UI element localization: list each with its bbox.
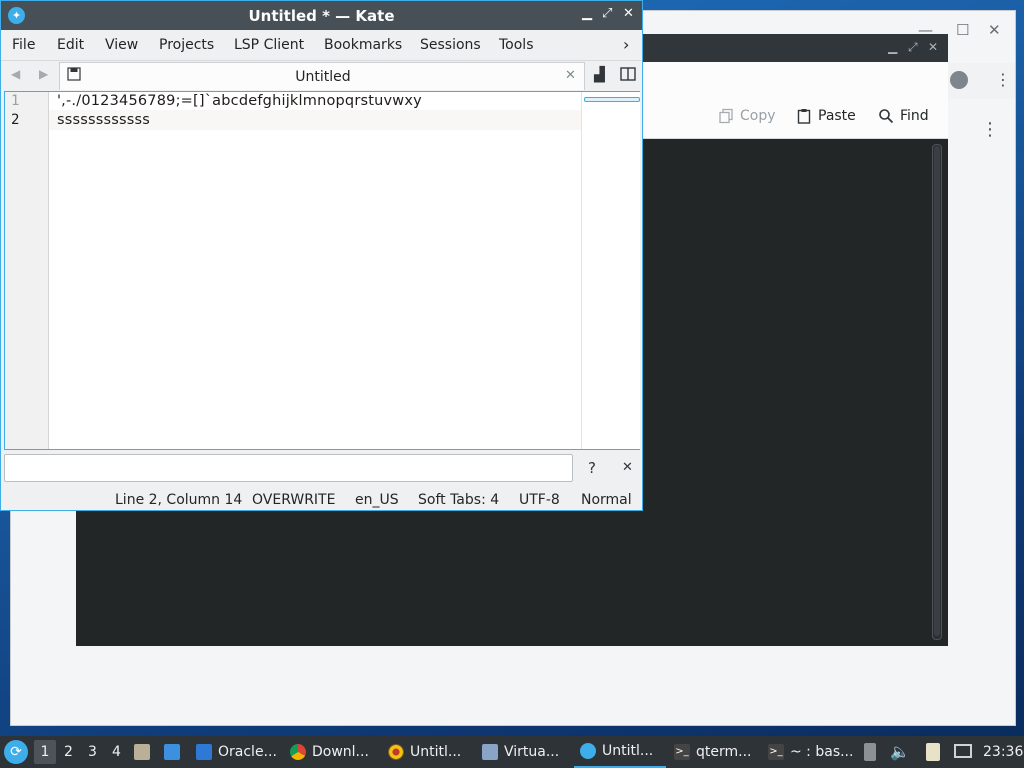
minimap[interactable]: [581, 92, 640, 449]
more-menu-icon[interactable]: ⋮: [995, 70, 1011, 89]
workspace-3[interactable]: 3: [88, 744, 97, 760]
insert-mode[interactable]: OVERWRITE: [252, 492, 335, 508]
scrollbar-thumb[interactable]: [934, 146, 940, 636]
chrome-icon: [290, 744, 306, 760]
dictionary-language[interactable]: en_US: [355, 492, 399, 508]
task-bash[interactable]: >_ ~ : bas...: [768, 736, 853, 768]
close-icon[interactable]: ✕: [988, 21, 1001, 39]
menu-overflow-chevron-icon[interactable]: ›: [623, 35, 629, 54]
editor-area[interactable]: 1 2 ',-./0123456789;=[]`abcdefghijklmnop…: [4, 91, 640, 450]
workspace-2[interactable]: 2: [64, 744, 73, 760]
line-number: 2: [11, 112, 20, 128]
status-bar: Line 2, Column 14 OVERWRITE en_US Soft T…: [1, 488, 642, 510]
task-untitled-app[interactable]: Untitl...: [388, 736, 461, 768]
input-mode[interactable]: Normal: [581, 492, 632, 508]
copy-label: Copy: [740, 108, 776, 124]
line-number: 1: [11, 93, 20, 109]
workspace-1[interactable]: 1: [34, 740, 56, 764]
kate-titlebar: ✦ Untitled * — Kate ▁ ⤢ ✕: [1, 1, 642, 30]
more-options-icon[interactable]: ⋮: [981, 119, 999, 140]
start-menu-icon[interactable]: ⟳: [4, 740, 28, 764]
close-command-line-icon[interactable]: ✕: [622, 460, 633, 475]
show-desktop-icon[interactable]: [164, 744, 180, 760]
volume-icon[interactable]: 🔈: [890, 742, 910, 761]
network-icon[interactable]: [954, 744, 972, 758]
tab-bar: ◀ ▶ Untitled ✕ ▟: [1, 60, 642, 91]
task-label: Oracle...: [218, 744, 277, 760]
monitor-icon: [196, 744, 212, 760]
task-label: Virtua...: [504, 744, 560, 760]
maximize-icon[interactable]: ☐: [956, 21, 969, 39]
task-label: qterm...: [696, 744, 752, 760]
command-line-input[interactable]: [4, 454, 573, 482]
help-button[interactable]: ?: [588, 459, 596, 477]
copy-button[interactable]: Copy: [718, 106, 776, 126]
paste-button[interactable]: Paste: [796, 106, 856, 126]
terminal-scrollbar[interactable]: [932, 144, 942, 640]
maximize-icon[interactable]: ⤢: [908, 40, 918, 55]
taskbar: ⟳ 1 2 3 4 Oracle... Downl... Untitl... V…: [0, 736, 1024, 768]
encoding[interactable]: UTF-8: [519, 492, 560, 508]
clipboard-icon[interactable]: [926, 743, 940, 761]
menu-bookmarks[interactable]: Bookmarks: [324, 37, 402, 53]
clock[interactable]: 23:36: [983, 744, 1023, 760]
task-label: Untitl...: [602, 743, 654, 759]
task-label: Downl...: [312, 744, 369, 760]
tab-untitled[interactable]: Untitled ✕: [59, 62, 585, 90]
task-virtualbox[interactable]: Virtua...: [482, 736, 559, 768]
storage-icon[interactable]: [864, 743, 876, 761]
menu-tools[interactable]: Tools: [499, 37, 534, 53]
tab-close-icon[interactable]: ✕: [565, 68, 576, 83]
task-oracle[interactable]: Oracle...: [196, 736, 277, 768]
menu-projects[interactable]: Projects: [159, 37, 214, 53]
window-title: Untitled * — Kate: [248, 7, 395, 25]
terminal-icon: >_: [768, 744, 784, 760]
find-button[interactable]: Find: [878, 106, 929, 126]
menu-file[interactable]: File: [12, 37, 35, 53]
menu-sessions[interactable]: Sessions: [420, 37, 481, 53]
paste-label: Paste: [818, 108, 856, 124]
cursor-position[interactable]: Line 2, Column 14: [115, 492, 242, 508]
kate-window: ✦ Untitled * — Kate ▁ ⤢ ✕ File Edit View…: [0, 0, 643, 511]
split-view-icon[interactable]: [620, 66, 636, 86]
minimize-icon[interactable]: ▁: [582, 6, 592, 21]
find-label: Find: [900, 108, 929, 124]
menu-view[interactable]: View: [105, 37, 138, 53]
tab-back-icon[interactable]: ◀: [11, 67, 20, 81]
task-label: Untitl...: [410, 744, 462, 760]
maximize-icon[interactable]: ⤢: [602, 6, 612, 21]
task-qterminal[interactable]: >_ qterm...: [674, 736, 752, 768]
virtualbox-icon: [482, 744, 498, 760]
code-line[interactable]: ssssssssssss: [57, 112, 150, 128]
indentation-setting[interactable]: Soft Tabs: 4: [418, 492, 499, 508]
search-icon: [878, 108, 894, 124]
file-manager-icon[interactable]: [134, 744, 150, 760]
menubar: File Edit View Projects LSP Client Bookm…: [1, 30, 642, 60]
tab-label: Untitled: [295, 69, 351, 85]
workspace-4[interactable]: 4: [112, 744, 121, 760]
line-number-gutter: 1 2: [5, 92, 49, 449]
minimize-icon[interactable]: ▁: [888, 40, 897, 54]
kate-icon: [580, 743, 596, 759]
close-icon[interactable]: ✕: [623, 6, 634, 21]
task-kate[interactable]: Untitl...: [574, 736, 666, 768]
terminal-icon: >_: [674, 744, 690, 760]
app-icon: [388, 744, 404, 760]
file-browser-icon[interactable]: ▟: [594, 67, 605, 83]
avatar[interactable]: [950, 71, 968, 89]
close-icon[interactable]: ✕: [928, 40, 938, 54]
task-chrome[interactable]: Downl...: [290, 736, 369, 768]
tab-forward-icon[interactable]: ▶: [39, 67, 48, 81]
copy-icon: [718, 108, 734, 124]
task-label: ~ : bas...: [790, 744, 854, 760]
paste-icon: [796, 108, 812, 124]
menu-edit[interactable]: Edit: [57, 37, 84, 53]
code-line[interactable]: ',-./0123456789;=[]`abcdefghijklmnopqrst…: [57, 93, 422, 109]
menu-lsp-client[interactable]: LSP Client: [234, 37, 304, 53]
minimap-viewport[interactable]: [584, 97, 640, 102]
